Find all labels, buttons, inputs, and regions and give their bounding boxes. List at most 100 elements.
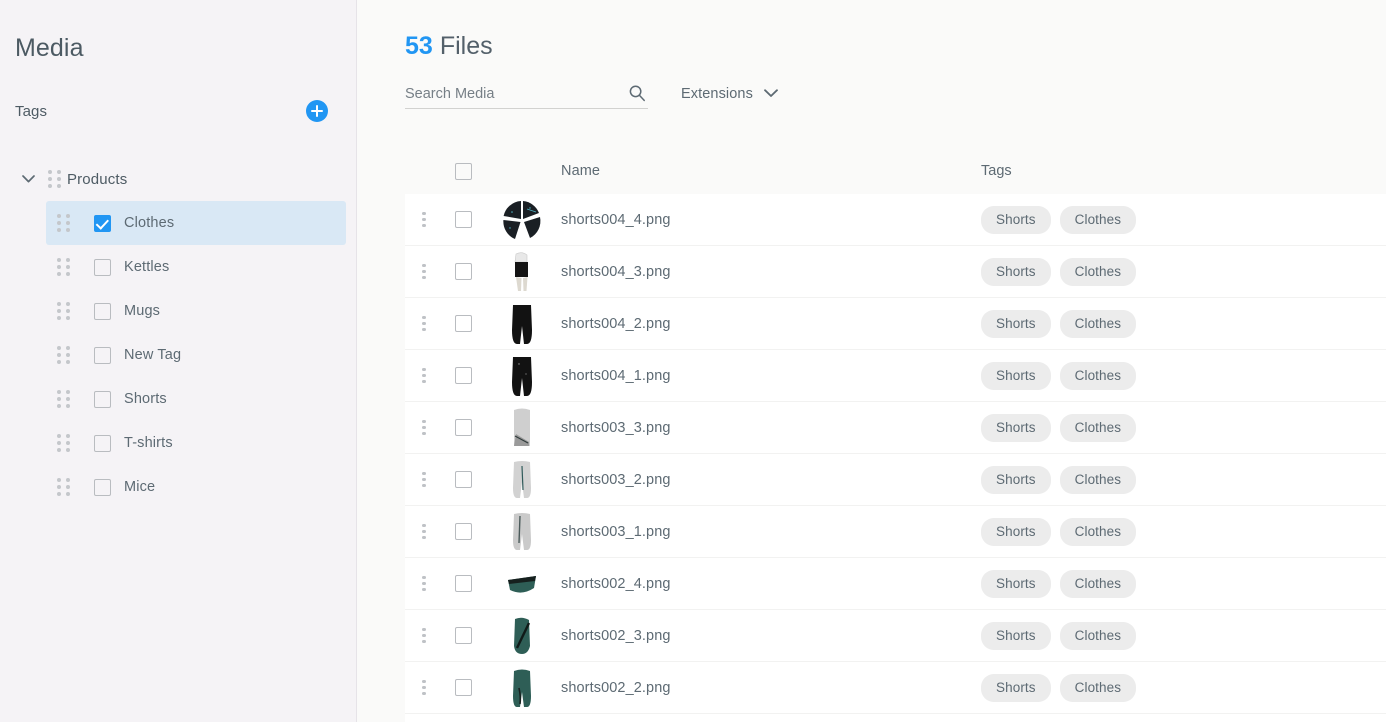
table-body: shorts004_4.png Shorts Clothes shorts004… (405, 194, 1386, 722)
row-checkbox[interactable] (443, 627, 483, 644)
tag-pill[interactable]: Clothes (1059, 309, 1137, 338)
row-checkbox[interactable] (443, 471, 483, 488)
media-files-table: Name Tags shorts004_4.png Shorts Clothes… (405, 148, 1386, 722)
drag-handle-icon[interactable] (46, 434, 80, 452)
file-tags: Shorts Clothes (981, 673, 1386, 702)
tag-pill[interactable]: Clothes (1059, 569, 1137, 598)
tag-checkbox-clothes[interactable] (80, 214, 124, 232)
tag-checkbox-mugs[interactable] (80, 302, 124, 320)
tag-checkbox-shorts[interactable] (80, 390, 124, 408)
file-name: shorts004_4.png (561, 211, 671, 228)
file-tags: Shorts Clothes (981, 309, 1386, 338)
search-field-wrapper (405, 84, 648, 109)
tag-pill[interactable]: Shorts (981, 205, 1051, 234)
file-count-heading: 53 Files (357, 0, 1386, 61)
chevron-down-icon[interactable] (15, 175, 41, 183)
drag-handle-icon[interactable] (46, 302, 80, 320)
table-row[interactable]: shorts002_4.png Shorts Clothes (405, 558, 1386, 610)
file-thumbnail (483, 197, 561, 243)
drag-handle-icon[interactable] (46, 214, 80, 232)
add-tag-button[interactable] (306, 100, 328, 122)
sidebar-item-mice[interactable]: Mice (46, 465, 346, 509)
tag-pill[interactable]: Clothes (1059, 205, 1137, 234)
table-row[interactable]: shorts003_2.png Shorts Clothes (405, 454, 1386, 506)
extensions-filter-dropdown[interactable]: Extensions (681, 85, 778, 109)
sidebar-item-clothes[interactable]: Clothes (46, 201, 346, 245)
file-count: 53 (405, 32, 433, 60)
tag-checkbox-mice[interactable] (80, 478, 124, 496)
row-menu-icon[interactable] (416, 364, 431, 388)
tags-section-header: Tags (0, 96, 356, 126)
table-row[interactable] (405, 714, 1386, 722)
file-name: shorts004_1.png (561, 367, 671, 384)
tag-pill[interactable]: Clothes (1059, 621, 1137, 650)
drag-handle-icon[interactable] (46, 478, 80, 496)
column-header-name: Name (561, 163, 601, 179)
tag-pill[interactable]: Clothes (1059, 257, 1137, 286)
tag-pill[interactable]: Clothes (1059, 517, 1137, 546)
tag-pill[interactable]: Shorts (981, 309, 1051, 338)
row-menu-icon[interactable] (416, 624, 431, 648)
file-name: shorts003_1.png (561, 523, 671, 540)
search-input[interactable] (405, 86, 610, 102)
table-row[interactable]: shorts002_2.png Shorts Clothes (405, 662, 1386, 714)
sidebar-item-mugs[interactable]: Mugs (46, 289, 346, 333)
sidebar-item-label: Clothes (124, 215, 175, 231)
table-row[interactable]: shorts002_3.png Shorts Clothes (405, 610, 1386, 662)
row-menu-icon[interactable] (416, 416, 431, 440)
table-row[interactable]: shorts004_2.png Shorts Clothes (405, 298, 1386, 350)
tag-checkbox-kettles[interactable] (80, 258, 124, 276)
drag-handle-icon[interactable] (41, 170, 67, 188)
table-row[interactable]: shorts003_1.png Shorts Clothes (405, 506, 1386, 558)
tag-pill[interactable]: Shorts (981, 569, 1051, 598)
drag-handle-icon[interactable] (46, 390, 80, 408)
tag-checkbox-t-shirts[interactable] (80, 434, 124, 452)
tag-pill[interactable]: Clothes (1059, 465, 1137, 494)
sidebar-item-t-shirts[interactable]: T-shirts (46, 421, 346, 465)
tag-pill[interactable]: Shorts (981, 621, 1051, 650)
sidebar-item-label: Shorts (124, 391, 167, 407)
row-menu-icon[interactable] (416, 260, 431, 284)
tag-pill[interactable]: Clothes (1059, 361, 1137, 390)
row-menu-icon[interactable] (416, 572, 431, 596)
row-menu-icon[interactable] (416, 676, 431, 700)
tag-pill[interactable]: Shorts (981, 517, 1051, 546)
file-thumbnail (483, 561, 561, 607)
select-all-checkbox[interactable] (443, 162, 483, 180)
row-checkbox[interactable] (443, 367, 483, 384)
file-name: shorts004_3.png (561, 263, 671, 280)
media-library-app: Media Tags Products Clothes Kettles Mugs… (0, 0, 1386, 722)
drag-handle-icon[interactable] (46, 258, 80, 276)
tag-checkbox-new-tag[interactable] (80, 346, 124, 364)
tag-pill[interactable]: Clothes (1059, 673, 1137, 702)
sidebar-item-shorts[interactable]: Shorts (46, 377, 346, 421)
tag-pill[interactable]: Shorts (981, 413, 1051, 442)
row-checkbox[interactable] (443, 419, 483, 436)
tag-pill[interactable]: Shorts (981, 257, 1051, 286)
row-checkbox[interactable] (443, 211, 483, 228)
row-checkbox[interactable] (443, 263, 483, 280)
tag-pill[interactable]: Shorts (981, 673, 1051, 702)
row-checkbox[interactable] (443, 679, 483, 696)
row-checkbox[interactable] (443, 523, 483, 540)
drag-handle-icon[interactable] (46, 346, 80, 364)
tree-group-products[interactable]: Products (0, 157, 356, 201)
sidebar-item-label: Mice (124, 479, 156, 495)
sidebar-item-kettles[interactable]: Kettles (46, 245, 346, 289)
row-checkbox[interactable] (443, 575, 483, 592)
row-menu-icon[interactable] (416, 312, 431, 336)
row-checkbox[interactable] (443, 315, 483, 332)
row-menu-icon[interactable] (416, 468, 431, 492)
tag-pill[interactable]: Shorts (981, 465, 1051, 494)
row-menu-icon[interactable] (416, 520, 431, 544)
table-row[interactable]: shorts004_1.png Shorts Clothes (405, 350, 1386, 402)
table-row[interactable]: shorts004_3.png Shorts Clothes (405, 246, 1386, 298)
table-header-row: Name Tags (405, 148, 1386, 194)
row-menu-icon[interactable] (416, 208, 431, 232)
tag-pill[interactable]: Shorts (981, 361, 1051, 390)
table-row[interactable]: shorts004_4.png Shorts Clothes (405, 194, 1386, 246)
sidebar-item-new-tag[interactable]: New Tag (46, 333, 346, 377)
search-icon[interactable] (628, 84, 646, 102)
tag-pill[interactable]: Clothes (1059, 413, 1137, 442)
table-row[interactable]: shorts003_3.png Shorts Clothes (405, 402, 1386, 454)
